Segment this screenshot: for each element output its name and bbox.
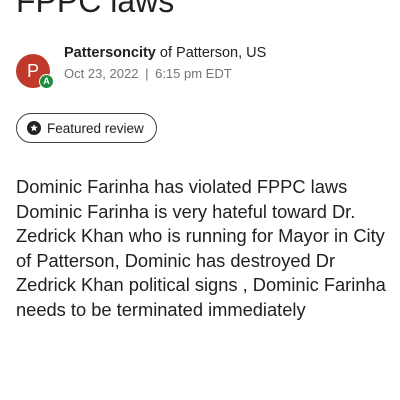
featured-review-chip[interactable]: Featured review [16,113,157,143]
review-header: P A Pattersoncity of Patterson, US Oct 2… [16,44,386,94]
avatar-initial: P [26,61,39,81]
local-guide-badge: A [39,74,54,89]
author-location: of Patterson, US [155,45,267,61]
review-date: Oct 23, 2022 [64,66,139,81]
author-line: Pattersoncity of Patterson, US [64,44,266,62]
author-name[interactable]: Pattersoncity [64,45,156,61]
page-title: FPPC laws [16,0,175,19]
date-separator: | [145,66,149,81]
featured-review-label: Featured review [47,120,144,136]
review-timestamp: Oct 23, 2022 | 6:15 pm EDT [64,65,232,82]
review-time: 6:15 pm EDT [155,66,232,81]
star-badge-icon [27,121,41,135]
review-text: Dominic Farinha has violated FPPC laws D… [16,176,386,320]
